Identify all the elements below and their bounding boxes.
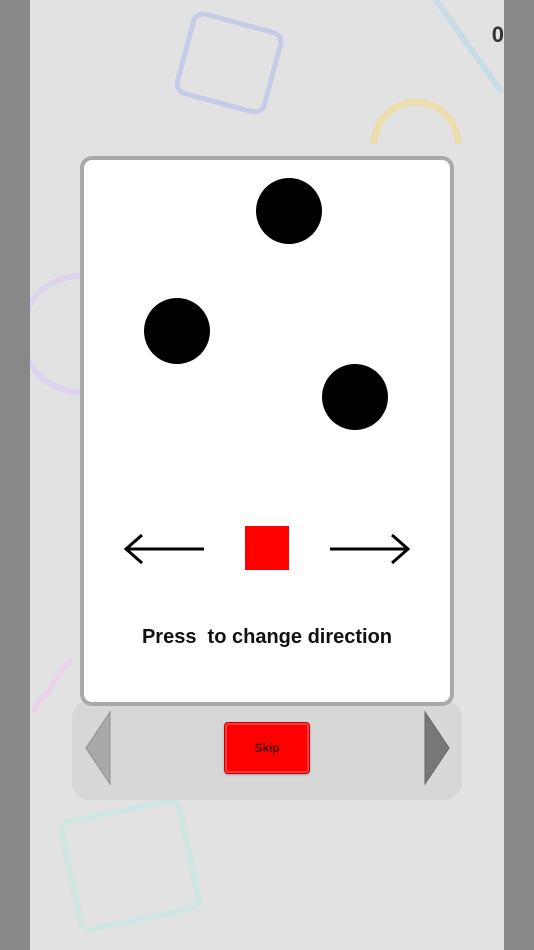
triangle-left-icon bbox=[85, 710, 111, 786]
triangle-right-icon bbox=[424, 710, 450, 786]
decorative-line-shape bbox=[433, 0, 503, 93]
score-counter: 0 bbox=[491, 22, 504, 47]
skip-button[interactable]: Skip bbox=[224, 722, 310, 774]
next-button[interactable] bbox=[423, 710, 451, 786]
decorative-square-shape bbox=[58, 797, 202, 933]
arrow-left-icon bbox=[123, 533, 204, 565]
obstacle-dot bbox=[144, 298, 210, 364]
decorative-square-shape bbox=[174, 11, 284, 115]
previous-button[interactable] bbox=[84, 710, 112, 786]
arrow-right-icon bbox=[330, 533, 411, 565]
player-square bbox=[245, 526, 289, 570]
decorative-arc-shape bbox=[370, 98, 462, 145]
instruction-text: Press to change direction bbox=[141, 626, 393, 648]
obstacle-dot bbox=[256, 178, 322, 244]
obstacle-dot bbox=[322, 364, 388, 430]
tutorial-card: Press to change direction bbox=[80, 156, 454, 706]
